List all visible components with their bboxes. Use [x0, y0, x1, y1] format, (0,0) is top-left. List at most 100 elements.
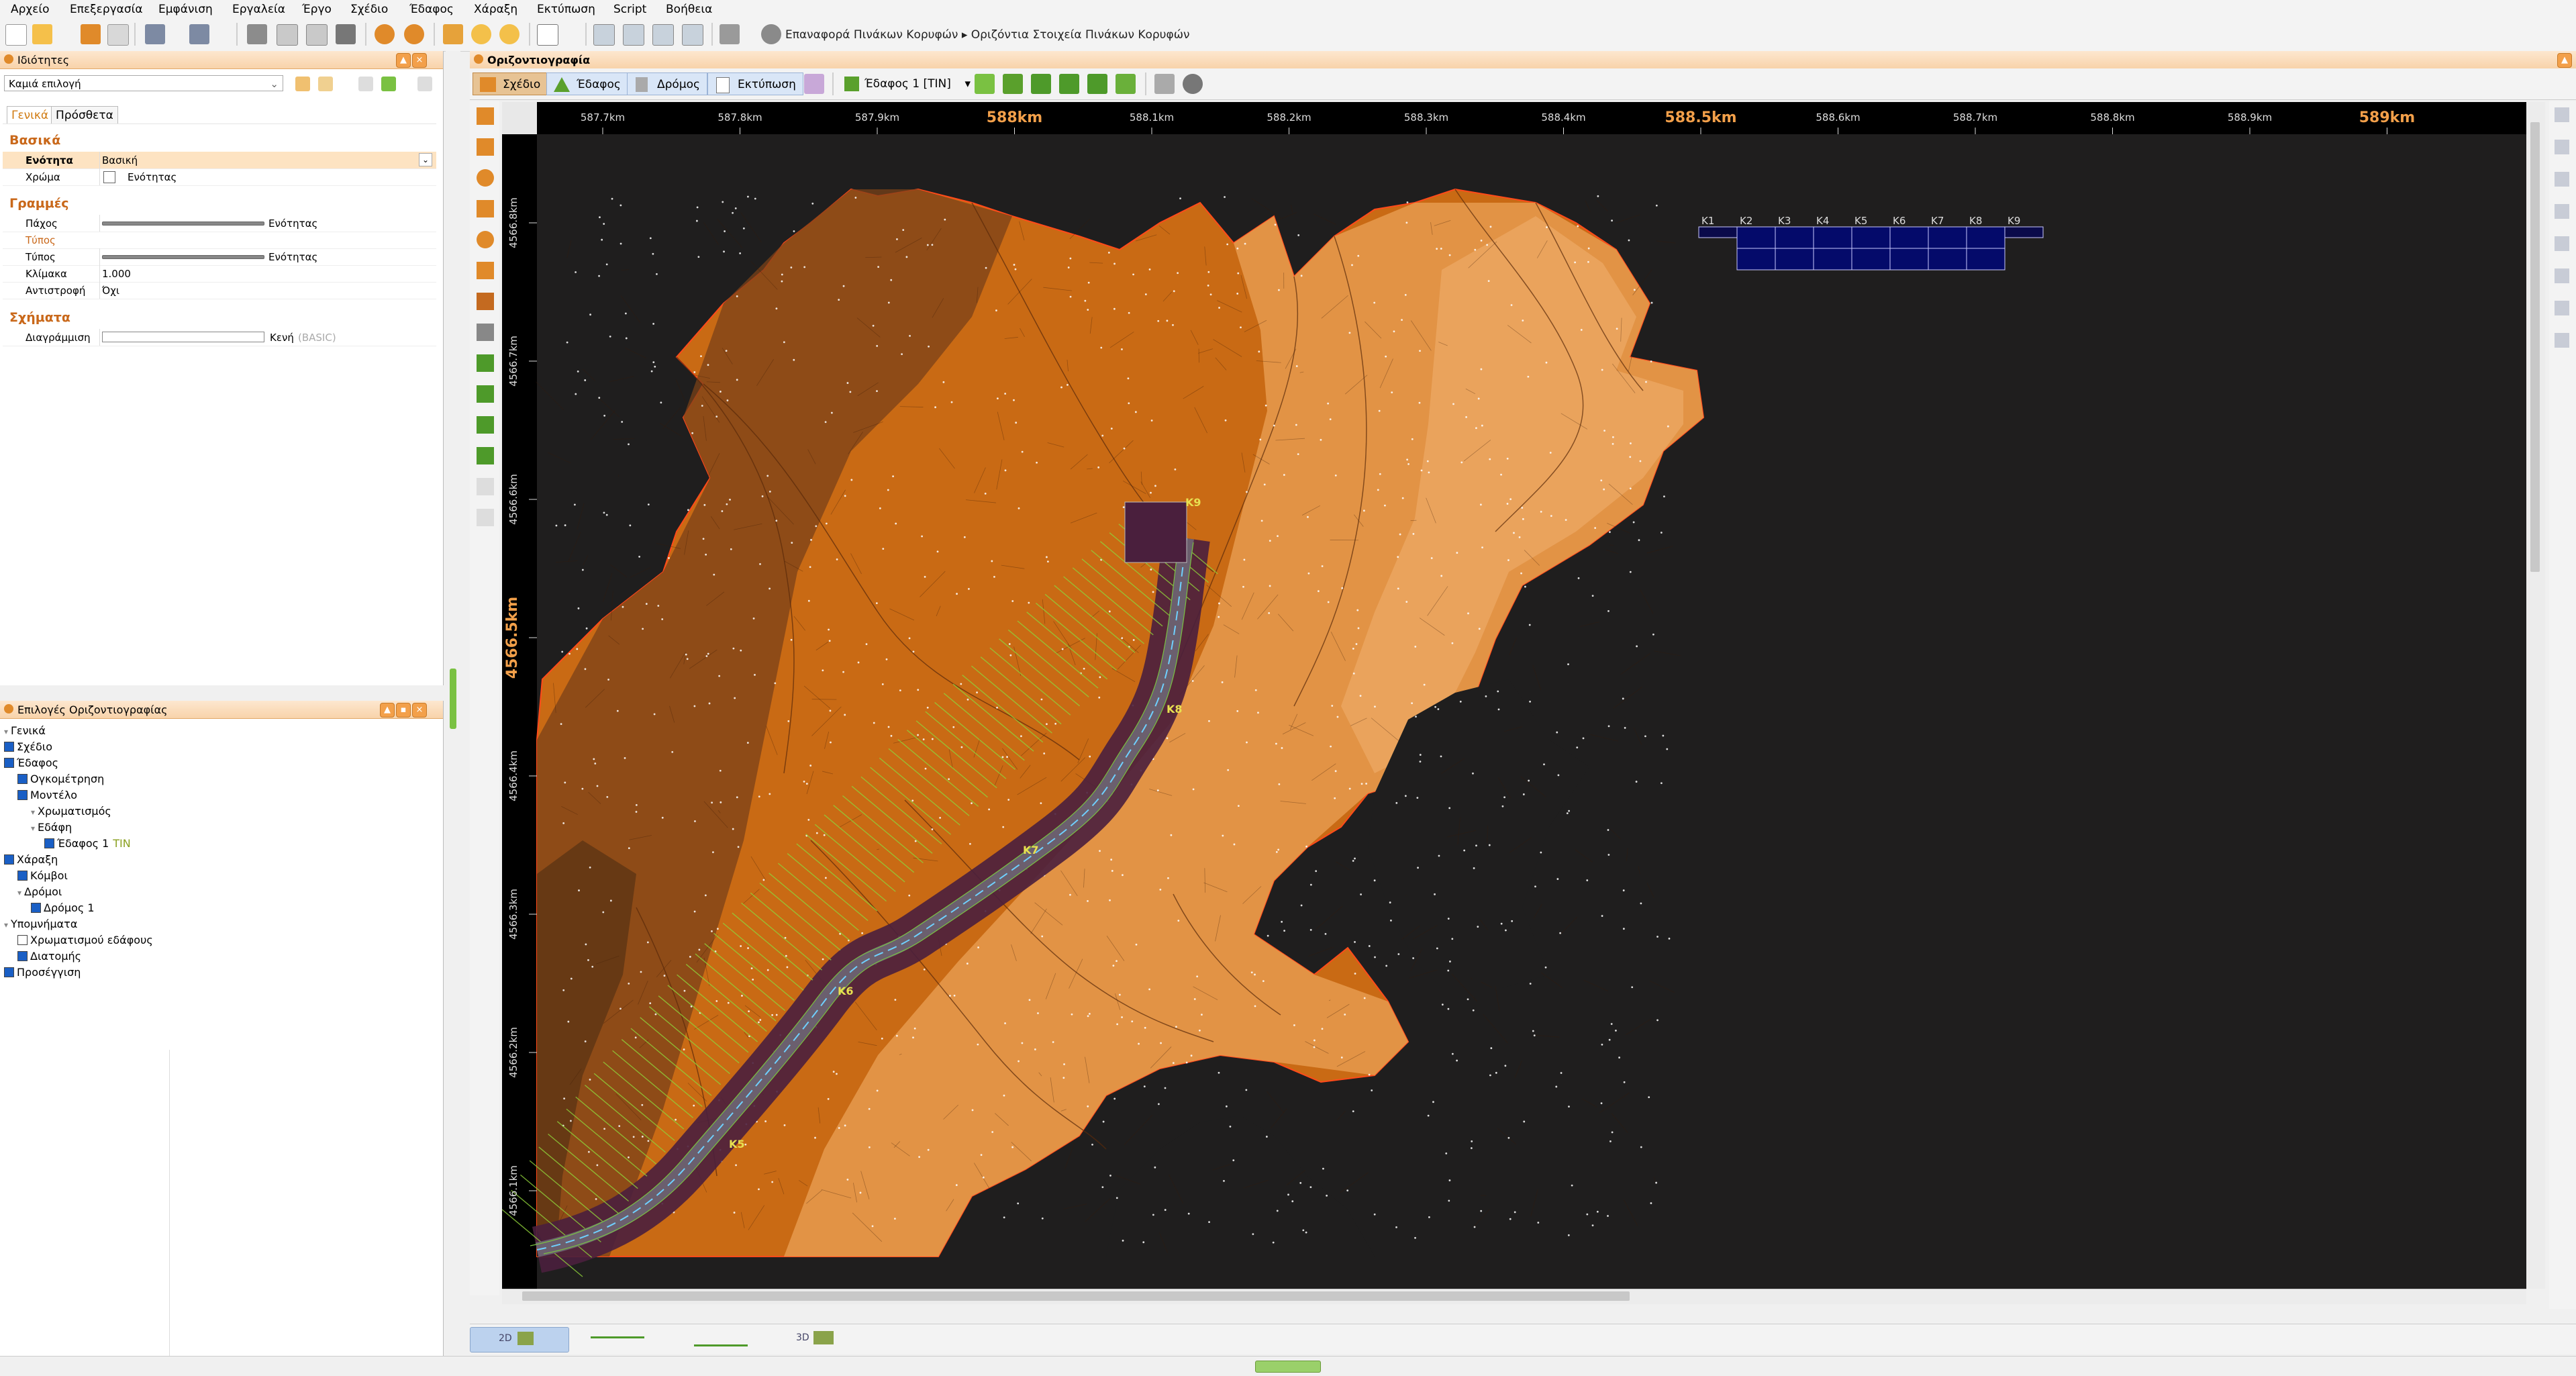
chevron-down-icon[interactable]: ⌄ [419, 153, 432, 166]
page-icon[interactable] [477, 509, 494, 526]
section-icon[interactable] [682, 24, 703, 46]
cut-icon[interactable] [247, 24, 267, 44]
menu-script[interactable]: Script [613, 3, 646, 16]
menu-help[interactable]: Βοήθεια [666, 3, 712, 16]
float-icon[interactable]: ▲ [396, 53, 411, 68]
hatch-preview[interactable] [102, 332, 264, 342]
checkbox[interactable] [17, 790, 28, 800]
side-tool-icon[interactable] [2555, 107, 2569, 122]
horizontal-scrollbar[interactable] [502, 1289, 2526, 1304]
checkbox[interactable] [4, 967, 14, 977]
tab-drawing[interactable]: Σχέδιο [473, 72, 548, 95]
terrain-tool-icon[interactable] [1116, 74, 1136, 94]
tree-item[interactable]: ▾Γενικά [4, 724, 46, 738]
tree-item[interactable]: Έδαφος [4, 756, 58, 771]
side-tool-icon[interactable] [2555, 204, 2569, 219]
menu-project[interactable]: Έργο [302, 3, 332, 16]
surface-select[interactable]: Έδαφος 1 [TIN] ▾ [842, 75, 971, 93]
tree-item[interactable]: Σχέδιο [4, 740, 52, 754]
grid-icon[interactable] [593, 24, 615, 46]
pin-icon[interactable]: ▪ [396, 703, 411, 718]
tab-profile[interactable] [571, 1327, 668, 1351]
menu-tools[interactable]: Εργαλεία [232, 3, 285, 16]
checkbox[interactable] [17, 871, 28, 881]
polyline-icon[interactable] [477, 385, 494, 403]
line-type-preview[interactable] [102, 255, 264, 259]
pencil-icon[interactable] [443, 24, 463, 44]
ellipse-icon[interactable] [477, 231, 494, 248]
side-tool-icon[interactable] [2555, 140, 2569, 154]
tab-print[interactable]: Εκτύπωση [707, 72, 803, 95]
scroll-thumb[interactable] [2530, 122, 2540, 572]
forward-icon[interactable] [404, 24, 424, 44]
table-icon[interactable] [1154, 74, 1175, 94]
tab-road[interactable]: Δρόμος [627, 72, 707, 95]
tree-item[interactable]: ▾Εδάφη [31, 820, 72, 835]
side-tool-icon[interactable] [2555, 236, 2569, 251]
property-row-scale[interactable]: Κλίμακα 1.000 [3, 265, 436, 283]
side-tool-icon[interactable] [2555, 301, 2569, 315]
checkbox[interactable] [17, 951, 28, 961]
terrain-tool-icon[interactable] [975, 74, 995, 94]
property-row-reverse[interactable]: Αντιστροφή Όχι [3, 282, 436, 299]
settings-tools-icon[interactable] [720, 24, 740, 44]
new-file-icon[interactable] [5, 24, 27, 46]
menu-print[interactable]: Εκτύπωση [537, 3, 595, 16]
window-layout-icon[interactable] [537, 24, 558, 46]
tree-item[interactable]: Δρόμος 1 [31, 901, 95, 916]
panel-splitter[interactable] [446, 51, 460, 1357]
checkbox[interactable] [31, 903, 41, 913]
save-icon[interactable] [81, 24, 101, 44]
properties-icon[interactable] [107, 24, 129, 46]
tab-2d[interactable]: 2D [470, 1327, 569, 1353]
side-tool-icon[interactable] [2555, 333, 2569, 348]
expand-icon[interactable]: ▾ [31, 805, 38, 820]
scroll-thumb[interactable] [522, 1291, 1630, 1301]
terrain-tool-icon[interactable] [1059, 74, 1079, 94]
status-grip-icon[interactable] [1255, 1361, 1321, 1373]
tab-extra[interactable]: Πρόσθετα [51, 106, 118, 124]
tree-item[interactable]: ▾Δρόμοι [17, 885, 62, 899]
tree-item[interactable]: Έδαφος 1TIN [44, 836, 131, 851]
select-icon[interactable] [295, 77, 310, 91]
side-tool-icon[interactable] [2555, 268, 2569, 283]
close-icon[interactable]: × [412, 53, 427, 68]
expand-icon[interactable]: ▾ [4, 724, 11, 739]
back-icon[interactable] [375, 24, 395, 44]
paste-icon[interactable] [306, 24, 328, 46]
tree-item[interactable]: Μοντέλο [17, 788, 77, 803]
filter-icon[interactable] [318, 77, 333, 91]
terrain-tool-icon[interactable] [1087, 74, 1107, 94]
checkbox[interactable] [4, 854, 14, 865]
restore-icon[interactable] [761, 24, 781, 44]
apply-icon[interactable] [381, 77, 396, 91]
tree-item[interactable]: Διατομής [17, 949, 81, 964]
tree-item[interactable]: Χρωματισμού εδάφους [17, 933, 153, 948]
tree-item[interactable]: Προσέγγιση [4, 965, 81, 980]
circle-icon[interactable] [477, 169, 494, 187]
star-icon[interactable] [477, 416, 494, 434]
breadcrumb-second[interactable]: Οριζόντια Στοιχεία Πινάκων Κορυφών [971, 28, 1190, 42]
vertical-scrollbar[interactable] [2526, 102, 2545, 1289]
open-folder-icon[interactable] [32, 24, 52, 44]
tree-item[interactable]: Ογκομέτρηση [17, 772, 104, 787]
copy-props-icon[interactable] [417, 77, 432, 91]
tab-terrain[interactable]: Έδαφος [546, 72, 628, 95]
tab-3d[interactable]: 3D [772, 1327, 870, 1351]
binoculars-icon[interactable] [1183, 74, 1203, 94]
checkbox[interactable] [4, 758, 14, 768]
expand-icon[interactable]: ▾ [4, 918, 11, 932]
plan-canvas[interactable]: K9K8K7K6K5K1K2K3K4K5K6K7K8K9587.7km587.8… [502, 102, 2526, 1289]
layers-icon[interactable] [804, 74, 824, 94]
arc-icon[interactable] [477, 138, 494, 156]
property-row-unit[interactable]: Ενότητα Βασική ⌄ [3, 152, 436, 169]
zoom-icon[interactable] [471, 24, 491, 44]
line-icon[interactable] [477, 107, 494, 125]
terrain-tool-icon[interactable] [1031, 74, 1051, 94]
property-row-hatch[interactable]: Διαγράμμιση Κενή (BASIC) [3, 329, 436, 346]
property-row-color[interactable]: Χρώμα Ενότητας [3, 168, 436, 186]
tree-item[interactable]: ▾Χρωματισμός [31, 804, 111, 819]
menu-terrain[interactable]: Έδαφος [409, 3, 454, 16]
expand-icon[interactable]: ▾ [17, 885, 24, 900]
page-icon[interactable] [477, 478, 494, 495]
